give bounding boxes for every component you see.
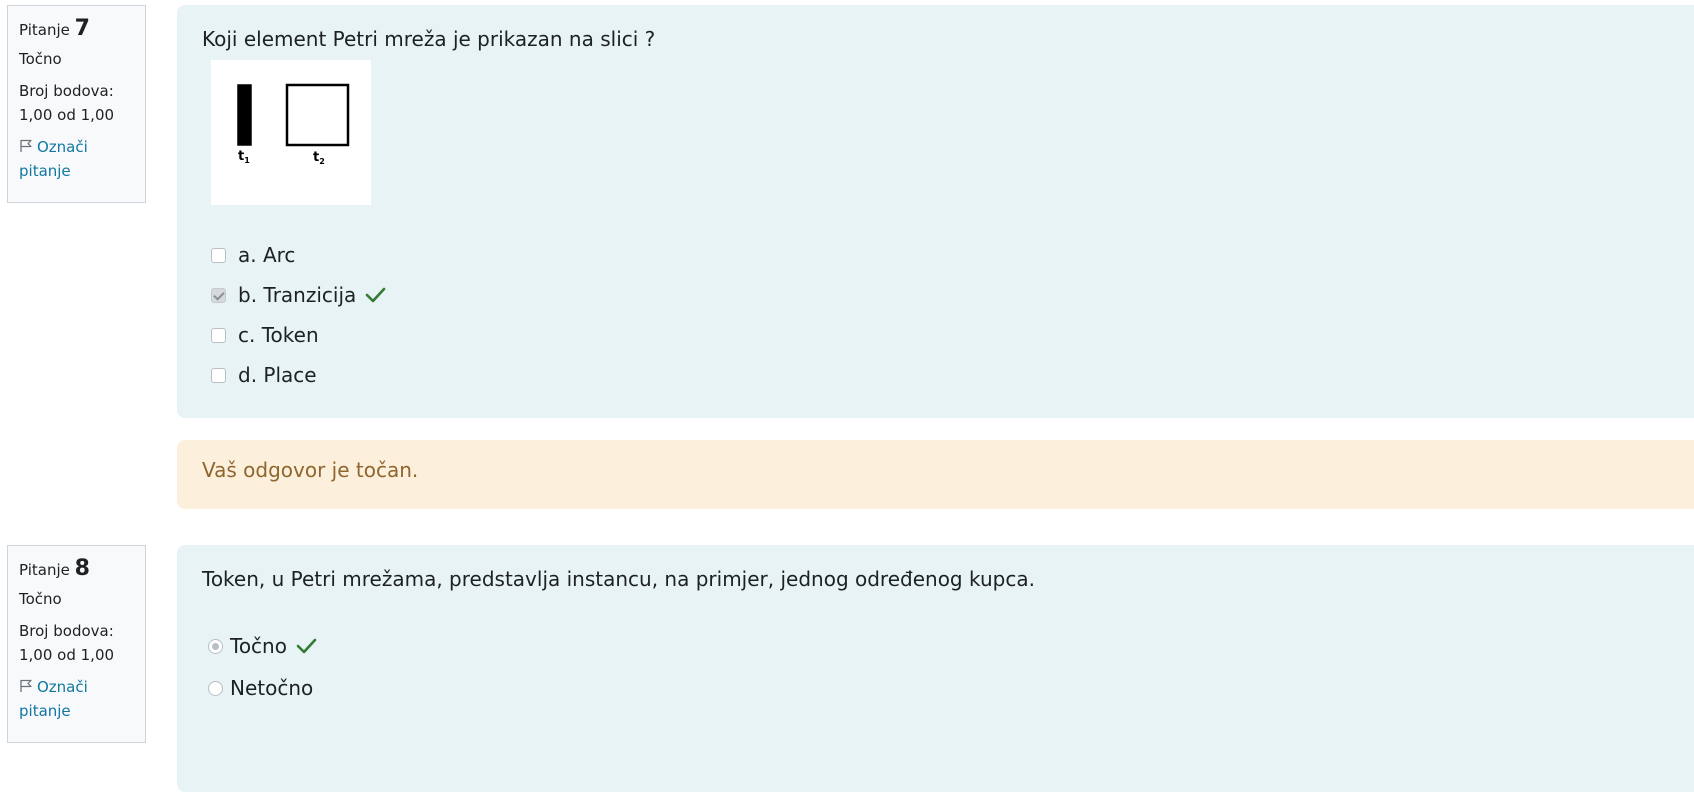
answer-radio[interactable] xyxy=(208,680,223,696)
answer-option-b[interactable]: b. Tranzicija xyxy=(211,275,386,315)
answer-options: Točno Netočno xyxy=(208,625,317,709)
grade-label: Broj bodova: xyxy=(19,82,114,100)
question-formulation: Token, u Petri mrežama, predstavlja inst… xyxy=(177,545,1694,792)
question-grade: Broj bodova: 1,00 od 1,00 xyxy=(19,79,134,127)
answer-label: Netočno xyxy=(230,676,314,700)
flag-icon xyxy=(20,679,32,692)
answer-option-false[interactable]: Netočno xyxy=(208,667,317,709)
transition-t2-box xyxy=(285,83,350,147)
answer-checkbox[interactable] xyxy=(211,367,226,383)
answer-checkbox[interactable] xyxy=(211,327,226,343)
answer-checkbox-checked[interactable] xyxy=(211,287,226,303)
question-image: t1 t2 xyxy=(211,60,371,205)
question-number: 7 xyxy=(74,16,90,41)
question-number-line: Pitanje 7 xyxy=(19,14,134,45)
feedback-text: Vaš odgovor je točan. xyxy=(202,458,419,482)
label-t2: t2 xyxy=(313,150,325,166)
question-number-line: Pitanje 8 xyxy=(19,554,134,585)
correct-check-icon xyxy=(365,287,386,303)
grade-value: 1,00 od 1,00 xyxy=(19,646,115,664)
answer-option-true[interactable]: Točno xyxy=(208,625,317,667)
grade-value: 1,00 od 1,00 xyxy=(19,106,115,124)
answer-option-a[interactable]: a. Arc xyxy=(211,235,386,275)
question-text: Koji element Petri mreža je prikazan na … xyxy=(202,27,656,51)
correct-check-icon xyxy=(296,638,317,654)
answer-label: b. Tranzicija xyxy=(238,283,357,307)
answer-label: Točno xyxy=(230,634,287,658)
question-state: Točno xyxy=(19,590,62,608)
flag-label-line1: Označi xyxy=(37,138,88,156)
flag-label-line1: Označi xyxy=(37,678,88,696)
question-number: 8 xyxy=(74,556,90,581)
label-t1: t1 xyxy=(238,149,250,165)
flag-label-line2: pitanje xyxy=(19,162,71,180)
flag-icon xyxy=(20,139,32,152)
question-state: Točno xyxy=(19,50,62,68)
question-text: Token, u Petri mrežama, predstavlja inst… xyxy=(202,567,1035,591)
grade-label: Broj bodova: xyxy=(19,622,114,640)
question-feedback: Vaš odgovor je točan. xyxy=(177,440,1694,509)
question-label: Pitanje xyxy=(19,21,70,39)
answer-label: d. Place xyxy=(238,363,317,387)
answer-option-c[interactable]: c. Token xyxy=(211,315,386,355)
question-label: Pitanje xyxy=(19,561,70,579)
flag-question-link[interactable]: Označi pitanje xyxy=(19,675,134,723)
answer-label: c. Token xyxy=(238,323,319,347)
answer-options: a. Arc b. Tranzicija c. Token d. Place xyxy=(211,235,386,395)
question-info: Pitanje 8 Točno Broj bodova: 1,00 od 1,0… xyxy=(7,545,146,743)
question-info: Pitanje 7 Točno Broj bodova: 1,00 od 1,0… xyxy=(7,5,146,203)
question-formulation: Koji element Petri mreža je prikazan na … xyxy=(177,5,1694,418)
answer-option-d[interactable]: d. Place xyxy=(211,355,386,395)
flag-label-line2: pitanje xyxy=(19,702,71,720)
answer-label: a. Arc xyxy=(238,243,296,267)
answer-radio-checked[interactable] xyxy=(208,638,223,654)
petri-transition-diagram: t1 t2 xyxy=(237,83,350,166)
flag-question-link[interactable]: Označi pitanje xyxy=(19,135,134,183)
transition-t1-bar xyxy=(237,84,252,146)
question-grade: Broj bodova: 1,00 od 1,00 xyxy=(19,619,134,667)
answer-checkbox[interactable] xyxy=(211,247,226,263)
